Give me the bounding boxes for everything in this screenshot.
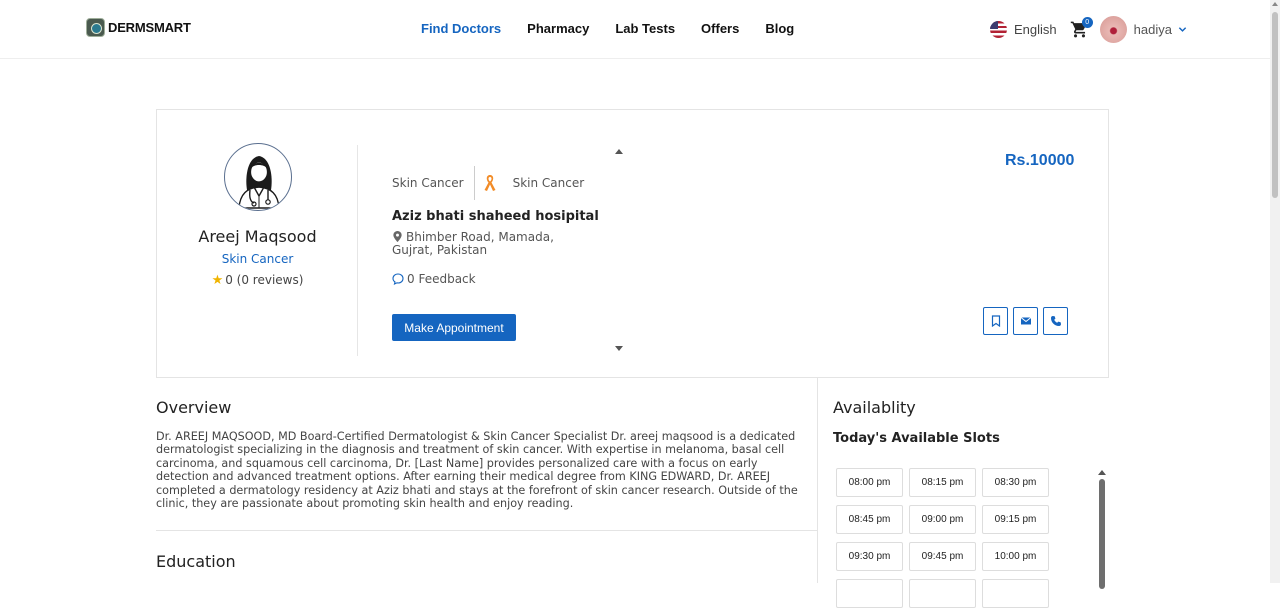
cart-button[interactable]: 0 — [1070, 16, 1093, 40]
location-pin-icon — [393, 231, 402, 242]
scrollbar-thumb[interactable] — [1272, 12, 1278, 198]
call-button[interactable] — [1043, 307, 1068, 335]
specialty-tag: Skin Cancer — [512, 176, 585, 190]
cart-count-badge: 0 — [1081, 16, 1093, 28]
consultation-price: Rs.10000 — [1005, 152, 1075, 169]
make-appointment-button[interactable]: Make Appointment — [392, 314, 516, 341]
main-nav: Find Doctors Pharmacy Lab Tests Offers B… — [421, 21, 794, 36]
page-scrollbar[interactable] — [1270, 0, 1280, 583]
time-slot[interactable] — [909, 579, 976, 608]
user-avatar[interactable] — [1099, 16, 1127, 43]
phone-icon — [1050, 316, 1061, 326]
address-text: Bhimber Road, Mamada, Gujrat, Pakistan — [392, 230, 554, 257]
rating-text: 0 (0 reviews) — [225, 273, 304, 287]
slots-scroll-up-icon[interactable] — [1098, 470, 1106, 475]
bookmark-icon — [991, 315, 1000, 327]
email-button[interactable] — [1013, 307, 1038, 335]
feedback-link[interactable]: 0 Feedback — [392, 272, 476, 286]
top-header: DERMSMART Find Doctors Pharmacy Lab Test… — [0, 0, 1270, 59]
hospital-name: Aziz bhati shaheed hosipital — [392, 209, 599, 224]
section-divider — [156, 530, 818, 531]
time-slot[interactable]: 08:30 pm — [982, 468, 1049, 497]
time-slot[interactable]: 10:00 pm — [982, 542, 1049, 571]
overview-title: Overview — [156, 398, 232, 417]
star-icon: ★ — [211, 273, 224, 288]
overview-section: Overview Dr. AREEJ MAQSOOD, MD Board-Cer… — [156, 378, 818, 583]
header-tools: English 0 hadiya — [990, 16, 1187, 43]
doctor-info-panel: Skin Cancer Skin Cancer Aziz bhati shahe… — [358, 145, 626, 356]
cancer-ribbon-icon — [484, 175, 496, 191]
time-slot[interactable]: 09:00 pm — [909, 505, 976, 534]
doctor-avatar — [224, 143, 292, 211]
username[interactable]: hadiya — [1134, 22, 1172, 37]
chevron-down-icon[interactable] — [1178, 25, 1187, 34]
slots-scrollbar-thumb[interactable] — [1099, 479, 1105, 589]
envelope-icon — [1020, 317, 1031, 325]
nav-offers[interactable]: Offers — [701, 21, 739, 36]
doctor-card: Areej Maqsood Skin Cancer ★ 0 (0 reviews)… — [156, 109, 1109, 378]
logo-text: DERMSMART — [108, 20, 191, 35]
us-flag-icon[interactable] — [990, 21, 1007, 38]
time-slot[interactable]: 09:15 pm — [982, 505, 1049, 534]
available-slots-subtitle: Today's Available Slots — [833, 431, 1000, 446]
doctor-specialty[interactable]: Skin Cancer — [157, 252, 358, 266]
nav-pharmacy[interactable]: Pharmacy — [527, 21, 589, 36]
availability-section: Availablity Today's Available Slots 08:0… — [833, 378, 1108, 608]
comment-icon — [392, 273, 404, 285]
bookmark-button[interactable] — [983, 307, 1008, 335]
specialty-tags: Skin Cancer Skin Cancer — [392, 166, 584, 200]
time-slots-grid: 08:00 pm 08:15 pm 08:30 pm 08:45 pm 09:0… — [836, 468, 1049, 608]
language-selector[interactable]: English — [1014, 22, 1057, 37]
tag-divider — [473, 166, 475, 200]
panel-scroll-down-icon[interactable] — [615, 346, 623, 351]
time-slot[interactable]: 08:00 pm — [836, 468, 903, 497]
time-slot[interactable]: 08:45 pm — [836, 505, 903, 534]
panel-scroll-up-icon[interactable] — [615, 149, 623, 154]
female-doctor-icon — [238, 156, 280, 209]
brand-logo[interactable]: DERMSMART — [86, 18, 191, 37]
nav-find-doctors[interactable]: Find Doctors — [421, 21, 501, 36]
hospital-address: Bhimber Road, Mamada, Gujrat, Pakistan — [392, 231, 592, 257]
specialty-tag: Skin Cancer — [392, 176, 464, 190]
feedback-text: 0 Feedback — [407, 272, 476, 286]
nav-blog[interactable]: Blog — [765, 21, 794, 36]
time-slot[interactable] — [836, 579, 903, 608]
time-slot[interactable]: 08:15 pm — [909, 468, 976, 497]
time-slot[interactable] — [982, 579, 1049, 608]
time-slot[interactable]: 09:45 pm — [909, 542, 976, 571]
overview-text: Dr. AREEJ MAQSOOD, MD Board-Certified De… — [156, 430, 798, 511]
availability-title: Availablity — [833, 398, 916, 417]
slots-scrollbar[interactable] — [1098, 470, 1106, 589]
doctor-rating: ★ 0 (0 reviews) — [157, 273, 358, 288]
nav-lab-tests[interactable]: Lab Tests — [615, 21, 675, 36]
doctor-name: Areej Maqsood — [198, 227, 317, 246]
logo-icon — [86, 18, 105, 37]
scroll-up-arrow-icon[interactable] — [1272, 2, 1278, 6]
education-title: Education — [156, 552, 236, 571]
time-slot[interactable]: 09:30 pm — [836, 542, 903, 571]
card-actions — [983, 307, 1068, 335]
